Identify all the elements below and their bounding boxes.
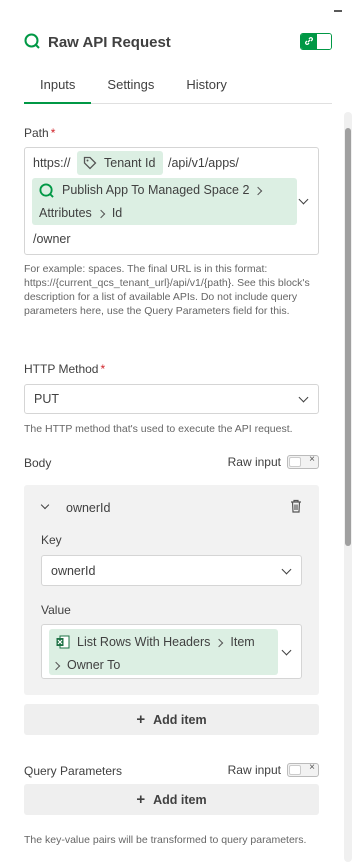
scrollbar-thumb[interactable] [345,128,351,546]
chevron-right-icon [254,186,263,196]
search-icon [39,183,54,201]
path-prefix: https:// [33,156,71,170]
trash-icon[interactable] [290,499,302,516]
chevron-down-icon [281,645,292,656]
collapse-chevron-icon[interactable] [40,500,50,510]
add-item-label: Add item [153,792,207,807]
body-label: Body [24,456,52,470]
add-item-label: Add item [153,712,207,727]
value-input[interactable]: List Rows With Headers Item Owner To [41,624,302,679]
http-method-value: PUT [34,392,59,406]
query-raw-input-toggle[interactable]: × [287,762,319,777]
path-label: Path * [24,126,56,140]
body-raw-input-toggle[interactable]: × [287,454,319,469]
scrollbar[interactable] [344,112,352,862]
path-middle: /api/v1/apps/ [168,156,239,170]
chevron-right-icon [51,661,61,671]
body-raw-input: Raw input × [227,454,319,469]
body-add-item-button[interactable]: + Add item [24,704,319,735]
http-method-help-text: The HTTP method that's used to execute t… [24,423,293,435]
enable-toggle[interactable] [300,33,332,50]
http-method-label: HTTP Method * [24,362,106,376]
search-icon [24,33,40,52]
block-title: Raw API Request [48,33,171,51]
query-add-item-button[interactable]: + Add item [24,784,319,815]
chevron-right-icon [215,638,224,648]
plus-icon: + [136,711,146,728]
chevron-down-icon[interactable] [298,194,309,205]
list-rows-chip[interactable]: List Rows With Headers Item Owner To [49,629,278,675]
tenant-id-label: Tenant Id [104,156,156,170]
query-raw-input: Raw input × [227,762,319,777]
raw-input-label: Raw input [227,763,281,777]
plus-icon: + [136,791,146,808]
tenant-id-chip[interactable]: Tenant Id [77,151,164,175]
block-name: Publish App To Managed Space 2 [62,183,250,197]
path-input[interactable]: https:// Tenant Id /api/v1/apps/ Publish… [24,147,319,255]
chevron-down-icon [298,392,309,403]
tab-history[interactable]: History [170,70,242,104]
attributes-label: Attributes [39,206,92,220]
chevron-down-icon [281,564,292,575]
tab-bar: Inputs Settings History [24,70,332,104]
tag-icon [83,156,97,170]
excel-icon [56,635,70,652]
body-item-panel: ownerId Key ownerId Value List Rows With… [24,485,319,695]
panel-header: Raw API Request [24,30,332,54]
key-value: ownerId [51,564,96,578]
key-label: Key [41,533,62,547]
chevron-right-icon [96,209,106,219]
owner-to-label: Owner To [67,658,121,672]
tab-settings[interactable]: Settings [91,70,170,104]
link-icon [304,34,314,49]
id-label: Id [111,206,123,220]
tab-inputs[interactable]: Inputs [24,70,92,104]
minimize-button[interactable] [334,10,342,12]
http-method-select[interactable]: PUT [24,384,319,414]
value-label: Value [41,603,71,617]
list-rows-label: List Rows With Headers [77,635,211,649]
path-suffix: /owner [33,232,71,246]
publish-app-chip[interactable]: Publish App To Managed Space 2 Attribute… [32,178,297,225]
query-help-text: The key-value pairs will be transformed … [24,834,307,846]
item-name: ownerId [66,501,111,515]
path-help-text: For example: spaces. The final URL is in… [24,263,310,317]
query-parameters-label: Query Parameters [24,764,123,778]
key-select[interactable]: ownerId [41,555,302,586]
item-label: Item [230,635,255,649]
raw-input-label: Raw input [227,455,281,469]
